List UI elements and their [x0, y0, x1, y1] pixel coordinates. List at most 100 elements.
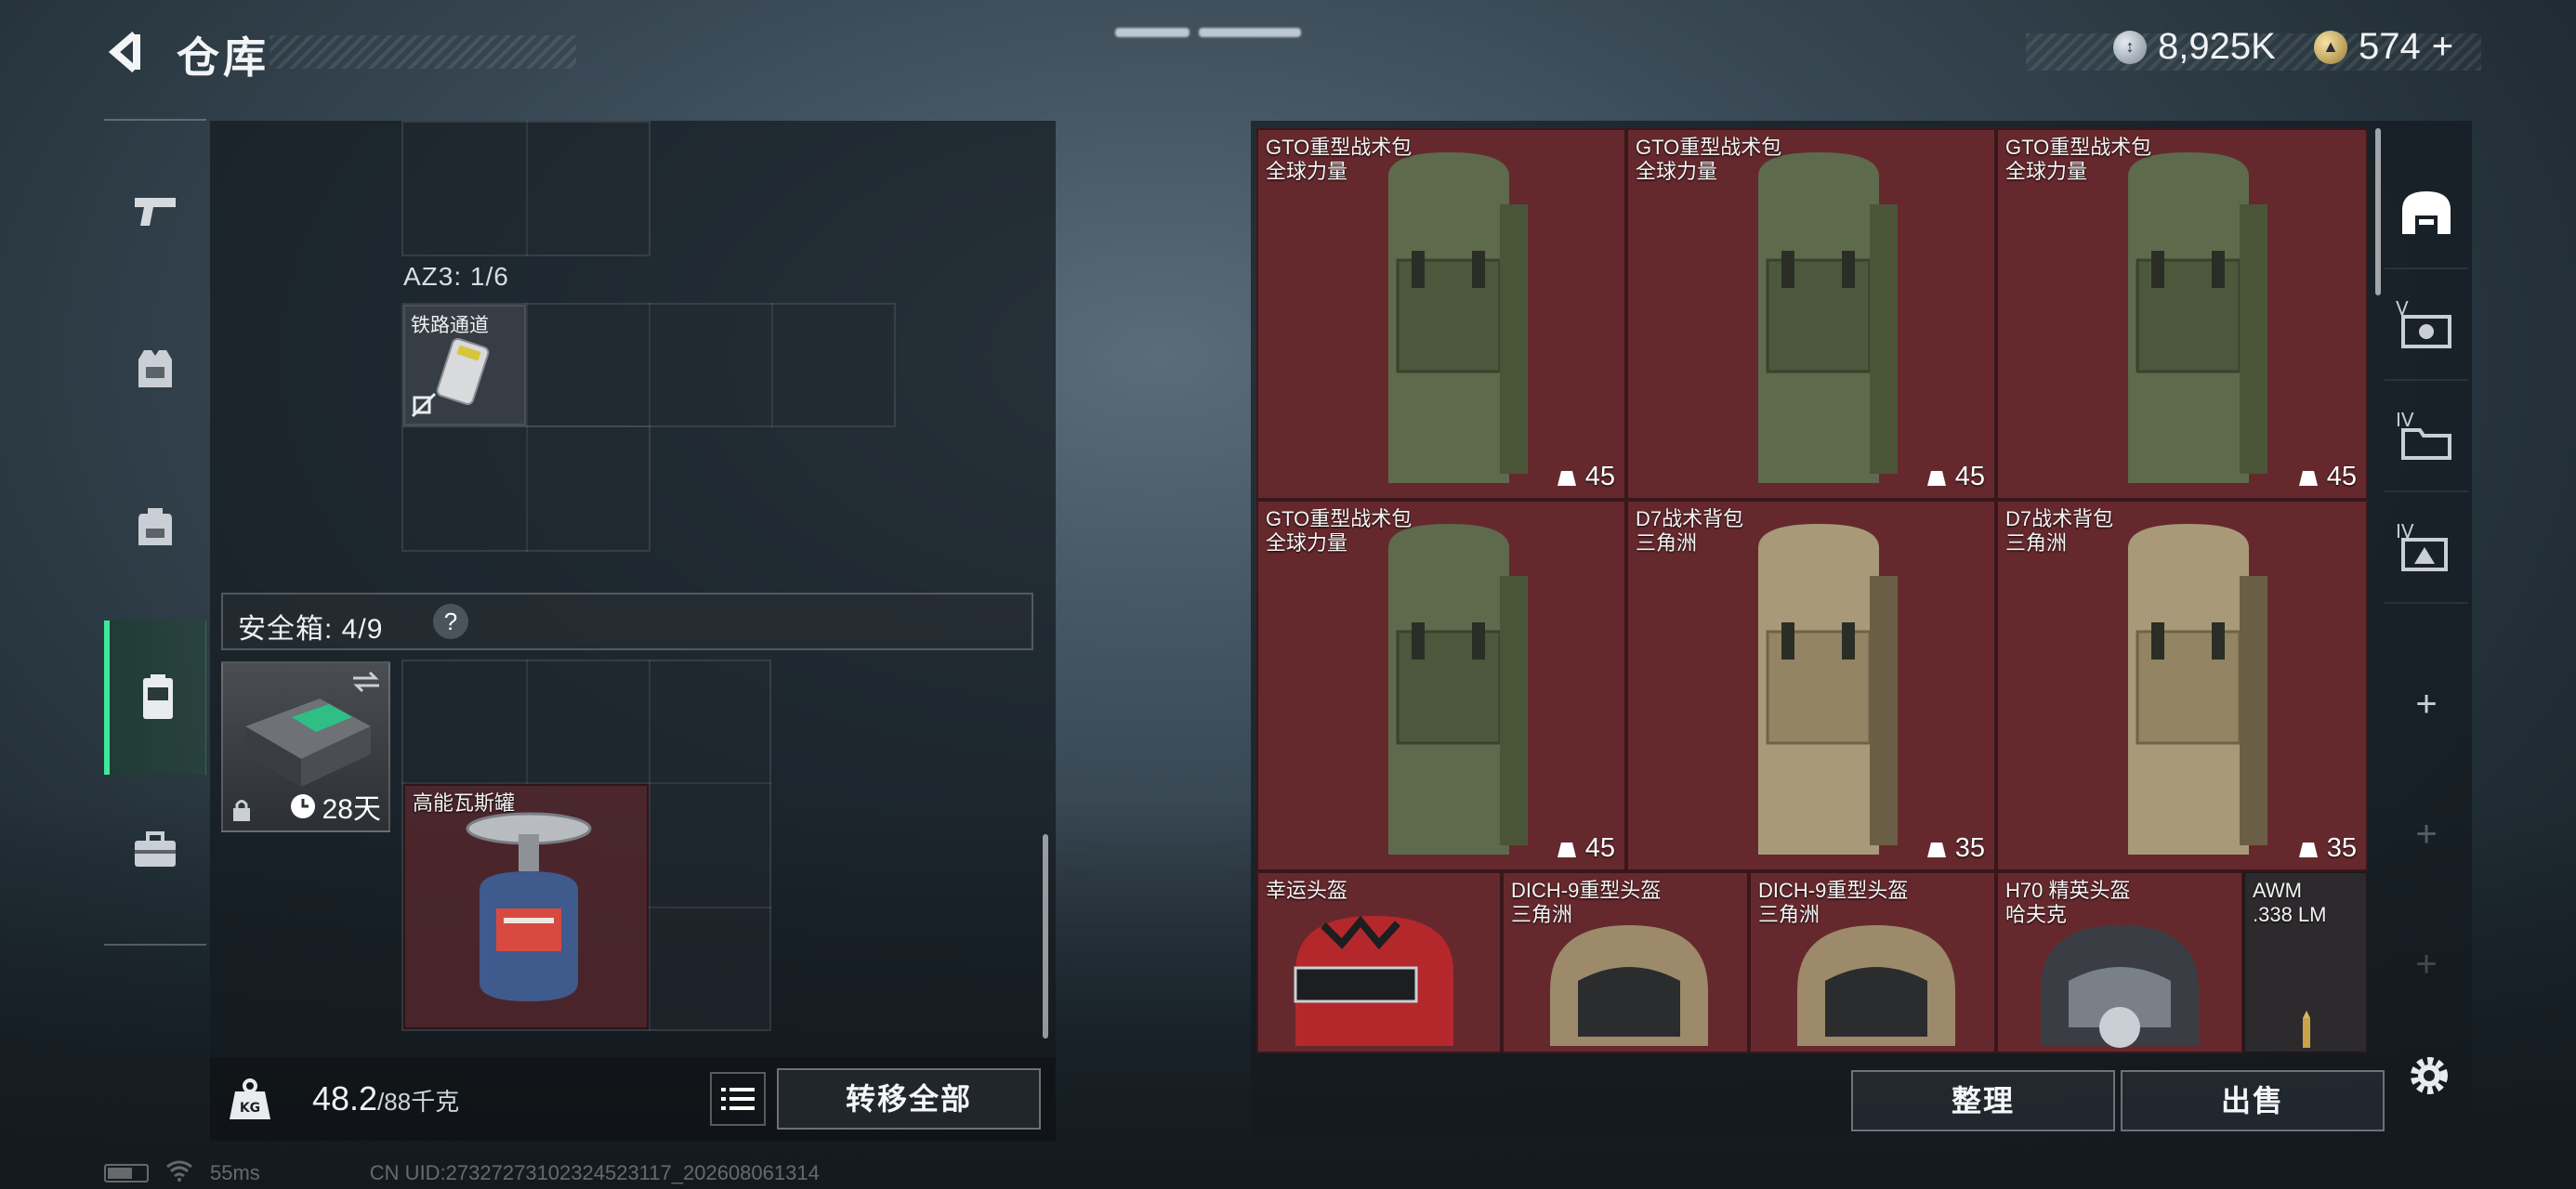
- help-button[interactable]: ?: [433, 604, 468, 639]
- sort-button[interactable]: 整理: [1851, 1070, 2115, 1131]
- add-storage-button[interactable]: +: [2385, 667, 2468, 741]
- backpack-capacity-icon: [1557, 842, 1576, 857]
- silver-amount: 8,925K: [2158, 26, 2276, 67]
- inventory-item[interactable]: D7战术背包 三角洲 35: [1996, 500, 2368, 871]
- durability: 45: [1925, 462, 1985, 492]
- grid-divider: [649, 907, 771, 908]
- ammo-icon: [2303, 1011, 2310, 1048]
- nav-toolbox[interactable]: [104, 799, 206, 901]
- weight-max: /88千克: [377, 1088, 460, 1116]
- safebox-slot[interactable]: 28天: [221, 661, 390, 832]
- item-name: GTO重型战术包 全球力量: [1266, 507, 1413, 555]
- page-title: 仓库: [177, 33, 269, 82]
- safebox-header: 安全箱: 4/9 ?: [221, 593, 1033, 650]
- briefcase-icon: [135, 831, 176, 867]
- settings-button[interactable]: [2401, 1048, 2457, 1104]
- item-name: H70 精英头盔 哈夫克: [2005, 879, 2131, 926]
- weight-current: 48.2: [312, 1079, 378, 1117]
- nav-backpack[interactable]: [104, 476, 206, 578]
- backpack-capacity-icon: [2298, 842, 2318, 857]
- back-arrow-icon: [108, 31, 140, 73]
- nav-weapons[interactable]: [104, 160, 206, 262]
- svg-text:IV: IV: [2396, 409, 2414, 431]
- item-name: GTO重型战术包 全球力量: [1266, 136, 1413, 183]
- left-category-nav: [104, 119, 206, 946]
- black-helmet-icon: [2041, 925, 2199, 1048]
- storage-tab-2[interactable]: V: [2385, 269, 2468, 381]
- backpack-green-icon: [1388, 524, 1528, 855]
- right-scrollbar[interactable]: [2375, 128, 2381, 295]
- backpack-green-icon: [2128, 152, 2267, 483]
- gas-item-name: 高能瓦斯罐: [413, 791, 516, 815]
- durability: 45: [1556, 462, 1615, 492]
- inventory-item[interactable]: AWM .338 LM: [2243, 871, 2368, 1053]
- transfer-all-button[interactable]: 转移全部: [777, 1068, 1041, 1130]
- back-button[interactable]: [104, 28, 152, 76]
- storage-folder-icon: IV: [2396, 409, 2451, 460]
- grid-divider: [526, 121, 528, 256]
- gas-canister-icon: [466, 812, 592, 1001]
- item-name: AWM .338 LM: [2253, 879, 2327, 926]
- weight-display: 48.2/88千克: [312, 1079, 459, 1118]
- durability: 35: [1925, 833, 1985, 864]
- backpack-green-icon: [1388, 152, 1528, 483]
- inventory-item[interactable]: DICH-9重型头盔 三角洲: [1749, 871, 1996, 1053]
- add-storage-button-disabled[interactable]: +: [2385, 927, 2468, 1001]
- storage-box-icon: IV: [2396, 520, 2448, 571]
- item-name: DICH-9重型头盔 三角洲: [1758, 879, 1909, 926]
- gas-canister-item[interactable]: 高能瓦斯罐: [403, 784, 649, 1029]
- inventory-item[interactable]: 幸运头盔: [1256, 871, 1502, 1053]
- currency-gold[interactable]: ▲ 574 +: [2314, 26, 2453, 68]
- currency-silver[interactable]: ↕ 8,925K: [2113, 26, 2276, 68]
- durability: 45: [1556, 833, 1615, 864]
- storage-tab-4[interactable]: IV: [2385, 492, 2468, 604]
- item-name: D7战术背包 三角洲: [1636, 507, 1744, 555]
- lock-icon: [233, 800, 250, 821]
- backpack-capacity-icon: [1926, 470, 1946, 486]
- item-name: GTO重型战术包 全球力量: [2005, 136, 2152, 183]
- nav-safebox[interactable]: [104, 621, 206, 775]
- railway-key-item[interactable]: 铁路通道: [403, 305, 526, 425]
- inventory-item[interactable]: GTO重型战术包 全球力量 45: [1996, 128, 2368, 500]
- left-scrollbar[interactable]: [1043, 834, 1048, 1039]
- add-storage-button-disabled[interactable]: +: [2385, 797, 2468, 871]
- safebox-duration: 28天: [289, 786, 381, 827]
- inventory-item[interactable]: GTO重型战术包 全球力量 45: [1256, 128, 1626, 500]
- pistol-icon: [135, 198, 176, 226]
- backpack-capacity-icon: [1926, 842, 1946, 857]
- left-bottom-bar: KG 48.2/88千克 转移全部: [210, 1057, 1056, 1141]
- storage-tab-3[interactable]: IV: [2385, 381, 2468, 492]
- silver-coin-icon: ↕: [2113, 30, 2147, 64]
- backpack-tan-icon: [2128, 524, 2267, 855]
- item-name: D7战术背包 三角洲: [2005, 507, 2114, 555]
- gold-coin-icon: ▲: [2314, 30, 2347, 64]
- inventory-item[interactable]: GTO重型战术包 全球力量 45: [1626, 128, 1996, 500]
- add-gold-icon[interactable]: +: [2432, 26, 2453, 68]
- inventory-grid: GTO重型战术包 全球力量 45 GTO重型战术包 全球力量 45 GTO重型战术包…: [1256, 128, 2368, 1053]
- status-bar: 55ms CN UID:27327273102324523117_2026080…: [104, 1159, 820, 1187]
- item-name: 幸运头盔: [1266, 879, 1348, 902]
- weight-button[interactable]: KG: [223, 1072, 277, 1126]
- list-icon: [721, 1088, 755, 1110]
- sell-button[interactable]: 出售: [2121, 1070, 2385, 1131]
- nav-armor[interactable]: [104, 318, 206, 420]
- backpack-icon: [138, 508, 172, 545]
- grid-divider: [526, 660, 528, 784]
- safebox-capacity-label: 安全箱: 4/9: [238, 614, 384, 645]
- inventory-item[interactable]: GTO重型战术包 全球力量 45: [1256, 500, 1626, 871]
- item-name: DICH-9重型头盔 三角洲: [1511, 879, 1662, 926]
- wifi-icon: [165, 1159, 193, 1187]
- inventory-item[interactable]: H70 精英头盔 哈夫克: [1996, 871, 2243, 1053]
- inventory-item[interactable]: D7战术背包 三角洲 35: [1626, 500, 1996, 871]
- clock-icon: [290, 794, 315, 818]
- ping-text: 55ms: [210, 1161, 260, 1184]
- title-stripe: [269, 35, 576, 69]
- inventory-item[interactable]: DICH-9重型头盔 三角洲: [1502, 871, 1749, 1053]
- safebox-case-icon: [245, 699, 371, 787]
- uid-text: CN UID:27327273102324523117_202608061314: [369, 1161, 820, 1184]
- grid-divider: [649, 303, 651, 427]
- storage-tab-main[interactable]: [2385, 158, 2468, 269]
- az3-capacity-label: AZ3: 1/6: [403, 262, 509, 291]
- svg-text:KG: KG: [240, 1101, 260, 1116]
- list-view-button[interactable]: [710, 1072, 766, 1126]
